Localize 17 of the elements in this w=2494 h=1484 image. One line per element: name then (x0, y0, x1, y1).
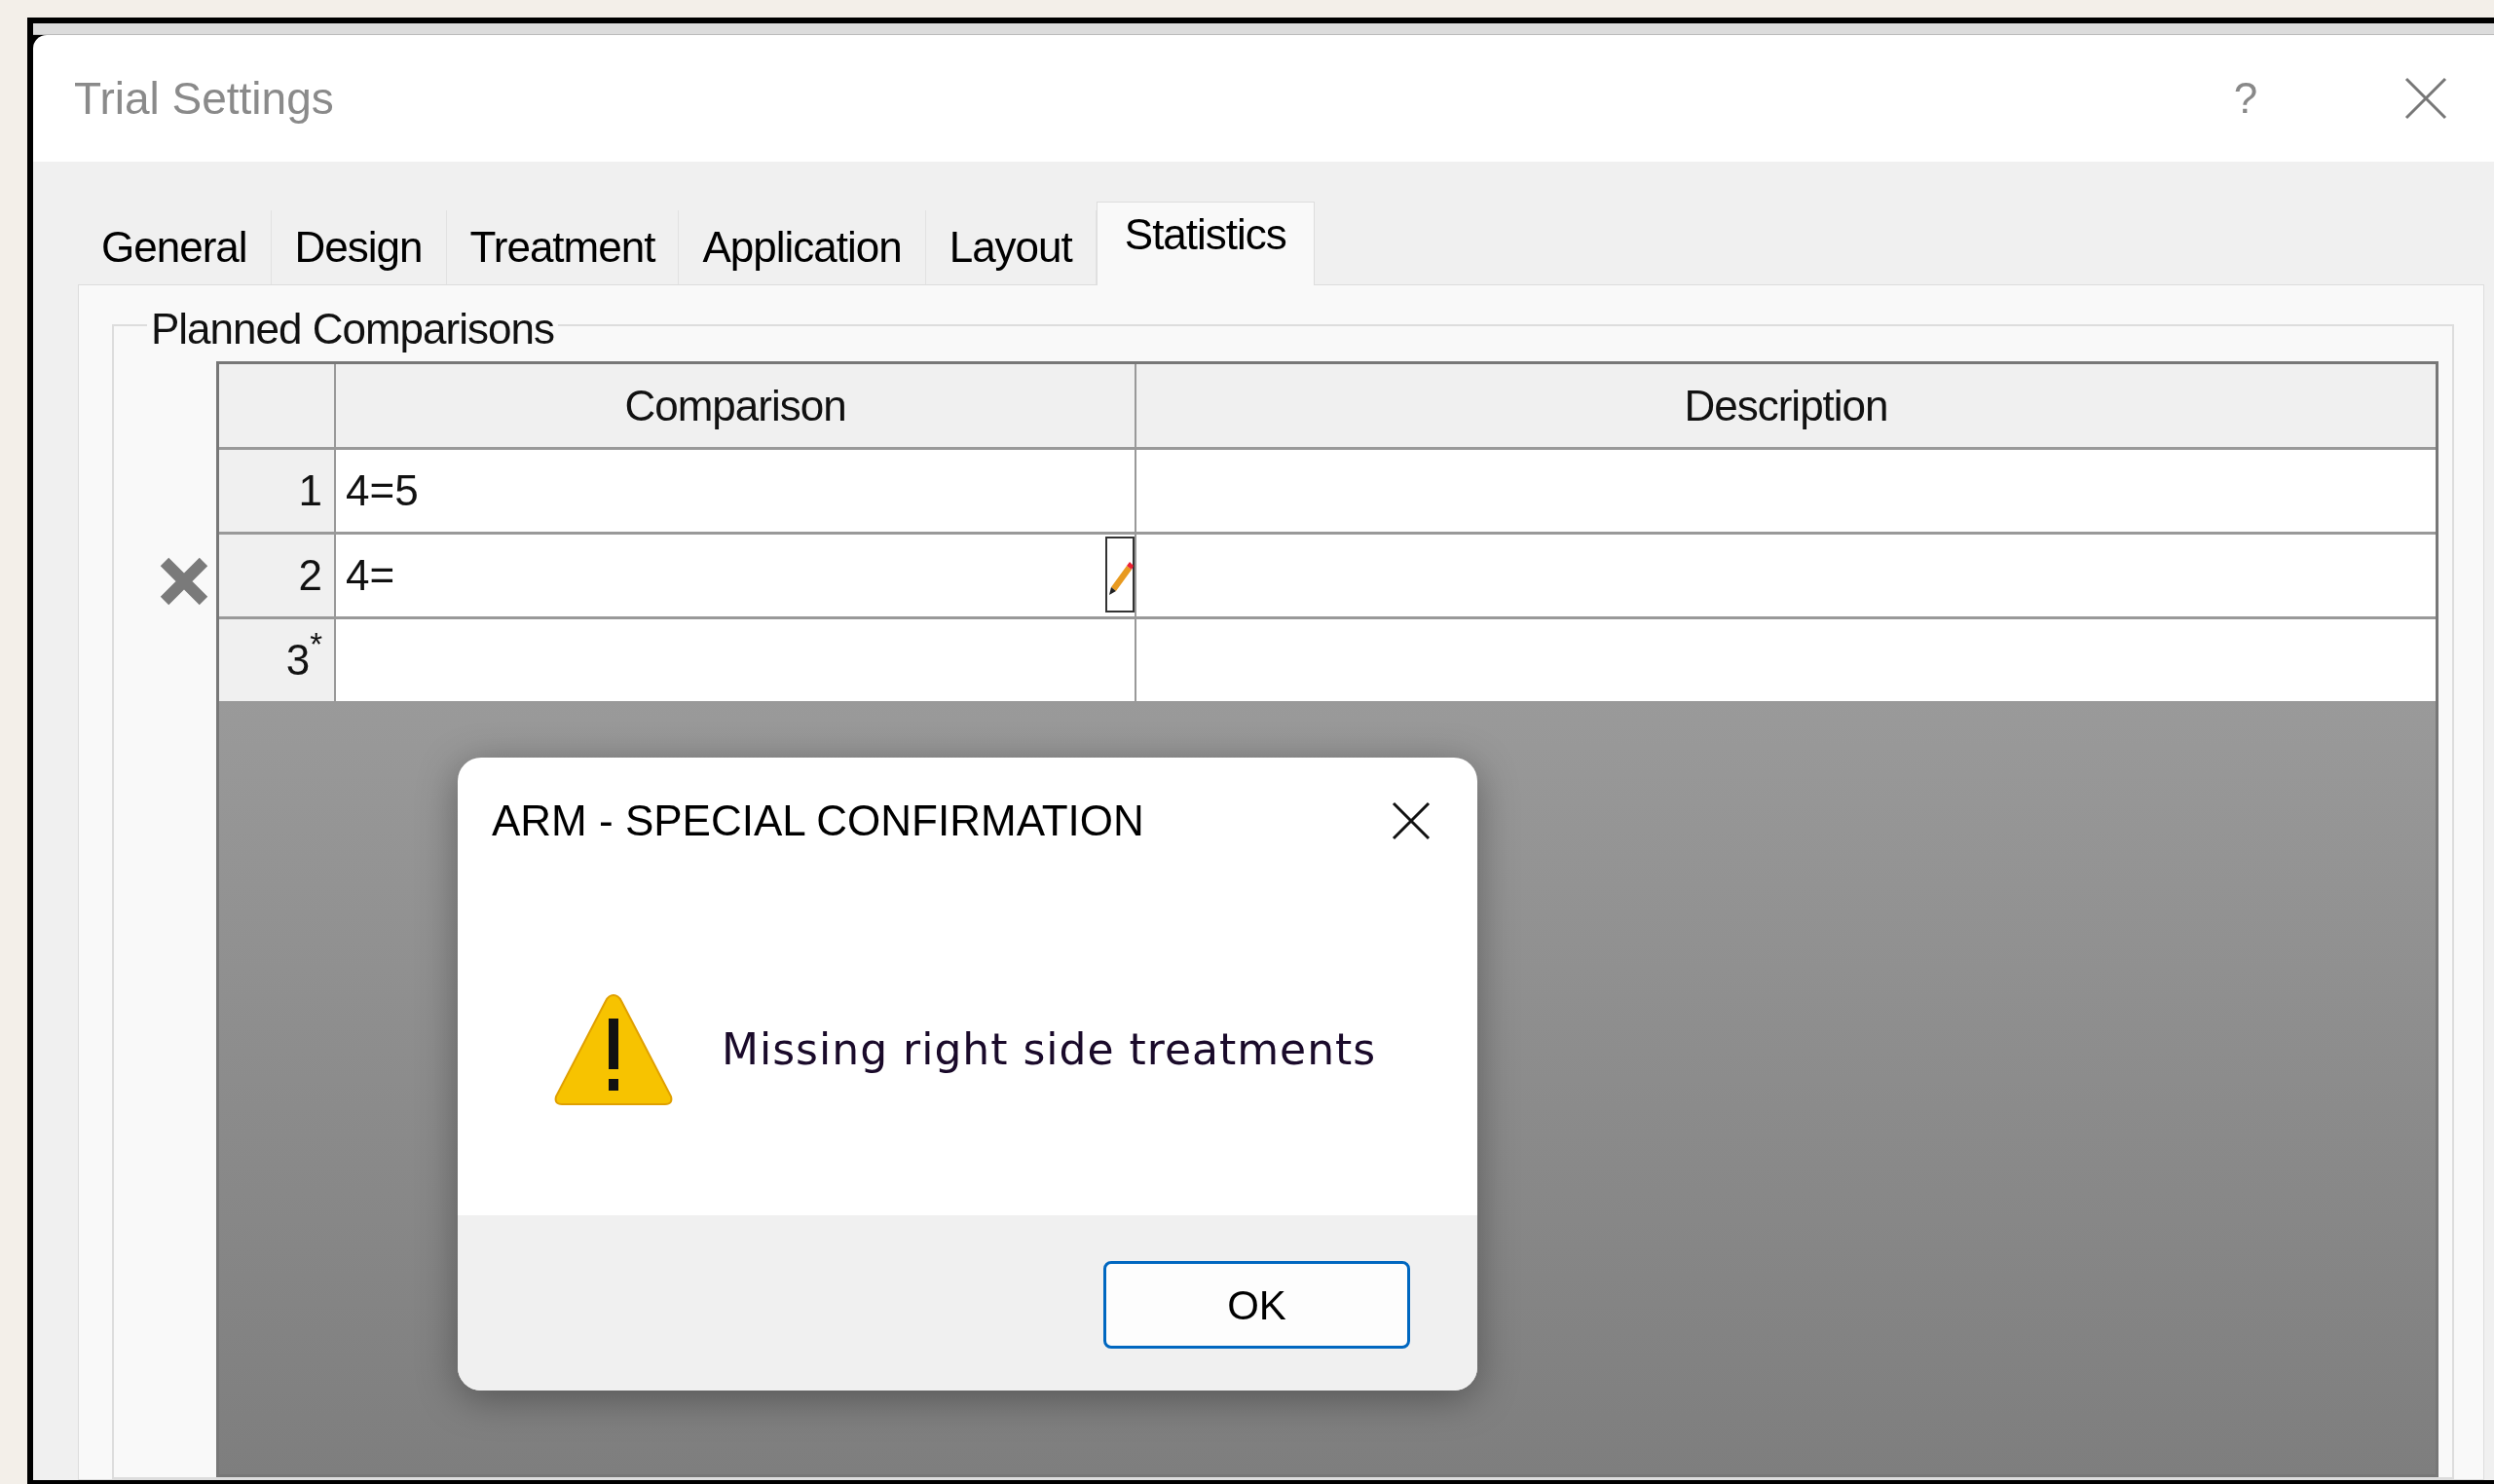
window-title: Trial Settings (74, 71, 334, 126)
table-cell-text: 4= (346, 550, 395, 601)
help-button[interactable]: ? (2212, 66, 2280, 130)
dialog-title: ARM - SPECIAL CONFIRMATION (492, 796, 1144, 846)
column-header[interactable]: Comparison (336, 364, 1136, 447)
close-icon (2402, 75, 2449, 122)
table-cell-text: 4=5 (346, 465, 419, 516)
warning-icon (552, 991, 675, 1108)
tab[interactable]: Statistics (1096, 202, 1315, 285)
message-text: Missing right side treatments (722, 1023, 1377, 1076)
close-icon (1390, 799, 1433, 842)
row-number: 1 (219, 450, 336, 532)
ok-button[interactable]: OK (1103, 1261, 1410, 1349)
row-number: 2 (219, 535, 336, 616)
column-header[interactable]: Description (1136, 364, 2436, 447)
pencil-icon[interactable] (1105, 537, 1135, 612)
row-number: 3$^{*}$ (219, 619, 336, 701)
